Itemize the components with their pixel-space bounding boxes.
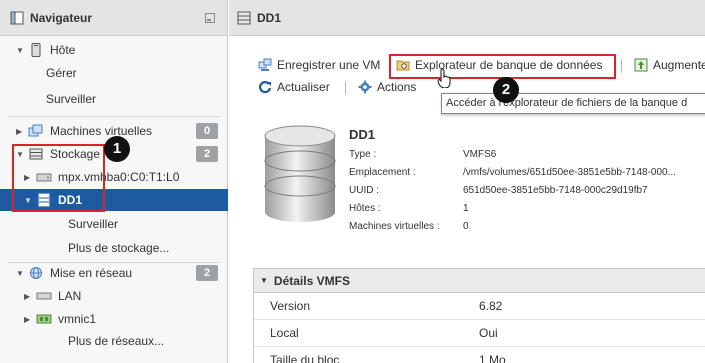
- navigator-icon: [10, 11, 24, 25]
- nav-item-lan[interactable]: ▶ LAN: [0, 285, 228, 307]
- prop-value: VMFS6: [463, 149, 497, 160]
- actions-menu-button[interactable]: Actions: [358, 80, 416, 94]
- nav-item-host-manage[interactable]: Gérer: [0, 62, 228, 84]
- tooltip: Accéder à l'explorateur de fichiers de l…: [441, 93, 705, 114]
- vmfs-value: 1 Mo: [479, 353, 506, 363]
- register-vm-label: Enregistrer une VM: [277, 58, 381, 72]
- nav-item-more-networks[interactable]: Plus de réseaux...: [0, 330, 228, 352]
- nav-item-label: Mise en réseau: [50, 266, 133, 280]
- vmfs-details-header[interactable]: ▼ Détails VMFS: [254, 269, 705, 293]
- vmfs-key: Local: [270, 326, 299, 340]
- register-vm-button[interactable]: Enregistrer une VM: [258, 58, 380, 72]
- expand-arrow-icon[interactable]: ▶: [16, 127, 26, 136]
- register-vm-icon: [258, 58, 272, 72]
- minimize-icon[interactable]: [205, 12, 215, 23]
- prop-value: 651d50ee-3851e5bb-7148-000c29d19fb7: [463, 185, 648, 196]
- datastore-large-icon: [263, 124, 337, 227]
- nav-item-label: LAN: [58, 289, 82, 303]
- navigator-header: Navigateur: [0, 0, 227, 36]
- table-row: Version 6.82: [254, 293, 705, 320]
- nav-item-host-monitor[interactable]: Surveiller: [0, 88, 228, 110]
- refresh-icon: [258, 80, 272, 94]
- count-badge: 2: [196, 146, 218, 162]
- nav-item-label: Plus de stockage...: [68, 241, 170, 255]
- navigator-title: Navigateur: [30, 10, 93, 25]
- count-badge: 0: [196, 123, 218, 139]
- collapse-arrow-icon[interactable]: ▼: [16, 269, 26, 278]
- refresh-label: Actualiser: [277, 80, 330, 94]
- page-title: DD1: [257, 10, 282, 25]
- vm-icon: [28, 124, 44, 138]
- table-row: Local Oui: [254, 320, 705, 347]
- port-group-icon: [36, 289, 52, 303]
- prop-key: Emplacement :: [349, 167, 416, 178]
- prop-value: 0: [463, 221, 469, 232]
- datastore-icon: [237, 11, 251, 25]
- nav-item-vmnic1[interactable]: ▶ vmnic1: [0, 308, 228, 330]
- nav-item-label: Gérer: [46, 66, 77, 80]
- annotation-marker-1: 1: [104, 136, 130, 162]
- increase-label: Augmente: [653, 58, 705, 72]
- toolbar-separator: [621, 59, 622, 73]
- prop-key: Hôtes :: [349, 203, 381, 214]
- toolbar-separator: [345, 81, 346, 95]
- datastore-browser-button[interactable]: Explorateur de banque de données: [396, 58, 602, 72]
- nav-item-more-storage[interactable]: Plus de stockage...: [0, 237, 228, 259]
- annotation-highlight-box: [12, 144, 105, 212]
- count-badge: 2: [196, 265, 218, 281]
- nav-item-label: Surveiller: [46, 92, 97, 106]
- vmfs-value: Oui: [479, 326, 498, 340]
- host-icon: [28, 43, 44, 57]
- prop-value: /vmfs/volumes/651d50ee-3851e5bb-7148-000…: [463, 167, 676, 178]
- nav-item-label: Plus de réseaux...: [68, 334, 165, 348]
- vmfs-details-title: Détails VMFS: [273, 273, 350, 288]
- nav-item-dd1-monitor[interactable]: Surveiller: [0, 213, 228, 235]
- annotation-marker-2: 2: [493, 77, 519, 103]
- vmfs-details-section: ▼ Détails VMFS Version 6.82 Local Oui Ta…: [253, 268, 705, 363]
- collapse-arrow-icon[interactable]: ▼: [16, 46, 26, 55]
- expand-arrow-icon[interactable]: ▶: [24, 315, 34, 324]
- prop-key: Type :: [349, 149, 377, 160]
- hand-cursor-icon: [437, 68, 453, 91]
- increase-icon: [634, 58, 648, 72]
- vmfs-key: Taille du bloc: [270, 353, 340, 363]
- nav-divider: [8, 116, 220, 117]
- prop-key: Machines virtuelles :: [349, 221, 440, 232]
- actions-label: Actions: [377, 80, 417, 94]
- nav-item-label: Surveiller: [68, 217, 119, 231]
- refresh-button[interactable]: Actualiser: [258, 80, 330, 94]
- datastore-name: DD1: [349, 127, 376, 142]
- nav-item-host[interactable]: ▼ Hôte: [0, 39, 228, 61]
- folder-search-icon: [396, 58, 410, 72]
- increase-capacity-button[interactable]: Augmente: [634, 58, 705, 72]
- nav-item-label: vmnic1: [58, 312, 97, 326]
- vmfs-value: 6.82: [479, 299, 503, 313]
- main-header: DD1: [229, 0, 705, 36]
- prop-key: UUID :: [349, 185, 379, 196]
- nav-item-networking[interactable]: ▼ Mise en réseau 2: [0, 262, 228, 284]
- prop-value: 1: [463, 203, 469, 214]
- network-icon: [28, 266, 44, 280]
- collapse-arrow-icon[interactable]: ▼: [260, 276, 268, 285]
- table-row: Taille du bloc 1 Mo: [254, 347, 705, 363]
- gear-icon: [358, 80, 372, 94]
- expand-arrow-icon[interactable]: ▶: [24, 292, 34, 301]
- nic-icon: [36, 312, 52, 326]
- vmfs-key: Version: [270, 299, 311, 313]
- nav-item-label: Machines virtuelles: [50, 124, 153, 138]
- nav-item-label: Hôte: [50, 43, 76, 57]
